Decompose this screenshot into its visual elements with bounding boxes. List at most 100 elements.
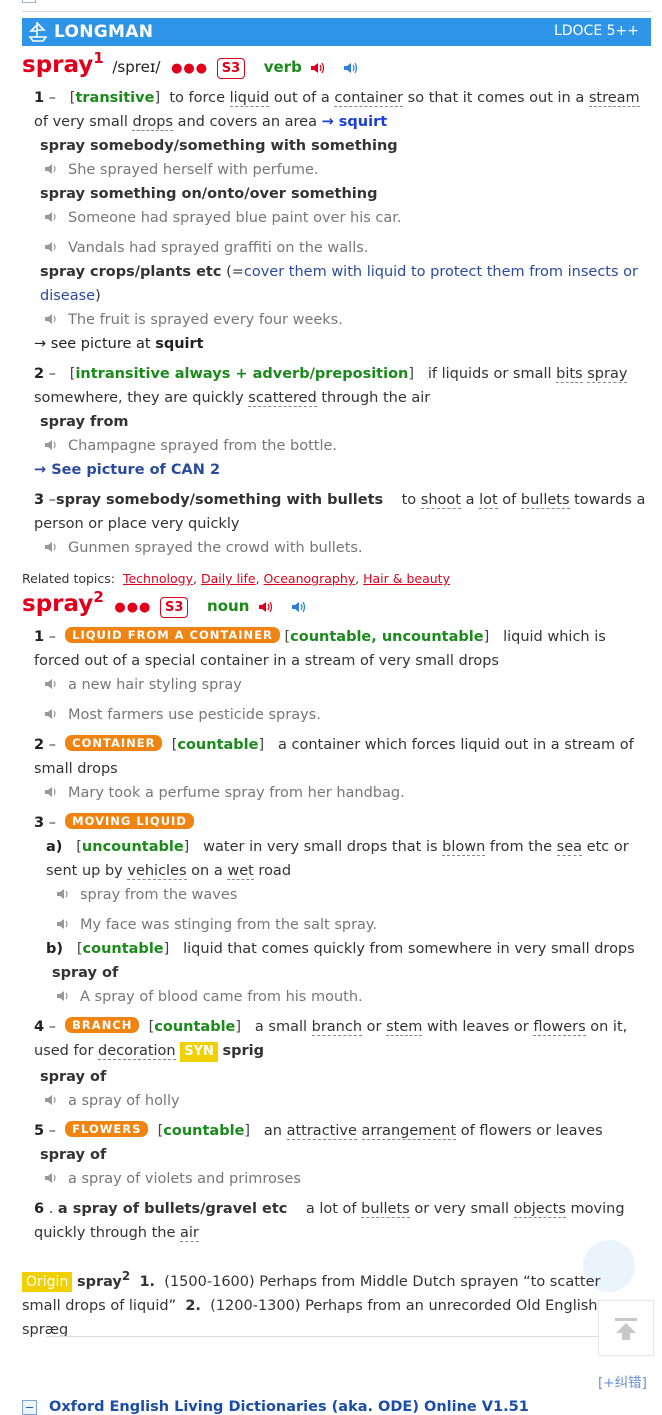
longman-ship-icon <box>29 22 47 42</box>
speaker-gray-icon[interactable] <box>56 990 70 1002</box>
collocation-with-gloss: spray crops/plants etc (=cover them with… <box>40 264 638 304</box>
topic-link[interactable]: Hair & beauty <box>363 571 450 586</box>
dictionary-banner: LONGMAN LDOCE 5++ <box>22 18 651 46</box>
definition-text: of flowers or leaves <box>456 1123 603 1139</box>
report-error-link[interactable]: [+纠错] <box>598 1371 647 1391</box>
underlined-term: branch <box>311 1019 363 1036</box>
underlined-term: container <box>334 90 404 107</box>
definition-text: or very small <box>409 1201 514 1217</box>
grammar-code: countable, uncountable <box>290 629 484 645</box>
underlined-term: vehicles <box>127 863 187 880</box>
speaker-gray-icon[interactable] <box>44 241 58 253</box>
example-sentence: A spray of blood came from his mouth. <box>56 985 363 1009</box>
sense-3: 3 – MOVING LIQUID <box>34 811 648 835</box>
topic-link[interactable]: Oceanography <box>264 571 356 586</box>
part-of-speech: verb <box>263 58 302 76</box>
definition-text: if liquids or small <box>427 366 557 382</box>
see-picture-link[interactable]: → See picture of CAN 2 <box>34 458 220 482</box>
definition-text: through the air <box>316 390 431 406</box>
top-divider <box>0 0 662 14</box>
definition-text <box>357 1123 362 1139</box>
grammar-code: uncountable <box>81 839 184 855</box>
minus-box-icon[interactable] <box>22 1399 37 1415</box>
speaker-gray-icon[interactable] <box>44 439 58 451</box>
phrase: a spray of bullets/gravel etc <box>57 1201 288 1217</box>
definition-text: liquid that comes quickly from somewhere… <box>183 941 635 957</box>
topic-link[interactable]: Technology <box>123 571 193 586</box>
signpost-label: FLOWERS <box>65 1121 149 1137</box>
see-picture-link[interactable]: squirt <box>155 336 203 352</box>
collapse-checkbox-icon[interactable] <box>22 0 36 3</box>
definition: an attractive arrangement of flowers or … <box>264 1123 603 1140</box>
speaker-blue-icon[interactable] <box>291 601 305 613</box>
homograph-number: 2 <box>93 588 104 607</box>
signpost-label: MOVING LIQUID <box>65 813 194 829</box>
underlined-term: decoration <box>98 1043 176 1060</box>
signpost-label: BRANCH <box>65 1017 140 1033</box>
speaker-blue-icon[interactable] <box>343 62 358 74</box>
speaker-gray-icon[interactable] <box>44 708 58 720</box>
underlined-term: blown <box>442 839 486 856</box>
definition-text: a small <box>254 1019 312 1035</box>
example-sentence: The fruit is sprayed every four weeks. <box>44 308 343 332</box>
underlined-term: objects <box>513 1201 566 1218</box>
definition-text: water in very small drops that is <box>203 839 443 855</box>
arrow-up-icon <box>615 1318 637 1340</box>
synonym-word: sprig <box>222 1043 265 1059</box>
see-picture-note: → see picture at squirt <box>34 336 204 352</box>
topic-link[interactable]: Daily life <box>201 571 256 586</box>
back-to-top-button[interactable] <box>598 1300 654 1356</box>
underlined-term: wet <box>227 863 254 880</box>
underlined-term: sea <box>556 839 583 856</box>
definition-text: with leaves or <box>422 1019 534 1035</box>
collocation: spray something on/onto/over something <box>40 186 378 202</box>
section-divider <box>46 1336 598 1337</box>
example-sentence: Someone had sprayed blue paint over his … <box>44 206 402 230</box>
speaker-gray-icon[interactable] <box>44 211 58 223</box>
underlined-term: drops <box>132 114 173 131</box>
grammar-code: countable <box>82 941 164 957</box>
sense-2: 2 – [intransitive always + adverb/prepos… <box>34 366 628 407</box>
speaker-red-icon[interactable] <box>310 62 325 74</box>
definition-text: out of a <box>269 90 335 106</box>
signpost-label: LIQUID FROM A CONTAINER <box>65 627 280 643</box>
example-sentence: Mary took a perfume spray from her handb… <box>44 781 405 805</box>
speaker-red-icon[interactable] <box>258 601 272 613</box>
speaker-gray-icon[interactable] <box>44 541 58 553</box>
headword: spray <box>22 591 94 617</box>
frequency-dots: ●●● <box>171 61 209 76</box>
frequency-badge: S3 <box>216 58 246 79</box>
homograph-number: 1 <box>93 49 104 68</box>
speaker-gray-icon[interactable] <box>44 678 58 690</box>
speaker-gray-icon[interactable] <box>44 1094 58 1106</box>
definition-text: so that it comes out in a <box>403 90 589 106</box>
signpost-label: CONTAINER <box>65 735 163 751</box>
underlined-term: lot <box>479 492 498 509</box>
synonym-badge: SYN <box>180 1042 218 1062</box>
underlined-term: attractive <box>286 1123 357 1140</box>
speaker-gray-icon[interactable] <box>44 786 58 798</box>
collocation: spray from <box>40 414 129 430</box>
definition-text: of <box>497 492 521 508</box>
definition-text: an <box>263 1123 287 1139</box>
cross-reference-link[interactable]: → squirt <box>322 114 388 130</box>
speaker-gray-icon[interactable] <box>44 1172 58 1184</box>
definition-text: somewhere, they are quickly <box>34 390 249 406</box>
speaker-gray-icon[interactable] <box>56 918 70 930</box>
part-of-speech: noun <box>207 597 250 615</box>
speaker-gray-icon[interactable] <box>44 163 58 175</box>
definition-text: on a <box>186 863 228 879</box>
definition: liquid that comes quickly from somewhere… <box>183 941 635 957</box>
underlined-term: spray <box>587 366 628 383</box>
sense-6: 6 . a spray of bullets/gravel etc a lot … <box>34 1201 625 1242</box>
sense-1: 1 – LIQUID FROM A CONTAINER [countable, … <box>34 627 606 669</box>
speaker-gray-icon[interactable] <box>44 313 58 325</box>
definition-text: a lot of <box>305 1201 362 1217</box>
underlined-term: air <box>180 1225 199 1242</box>
headword-line-verb: spray1 /spreɪ/ ●●● S3 verb <box>22 49 358 79</box>
collocation: spray of <box>40 1147 107 1163</box>
example-sentence: a spray of holly <box>44 1089 180 1113</box>
speaker-gray-icon[interactable] <box>56 888 70 900</box>
frequency-dots: ●●● <box>114 600 152 615</box>
definition-text: of very small <box>34 114 133 130</box>
